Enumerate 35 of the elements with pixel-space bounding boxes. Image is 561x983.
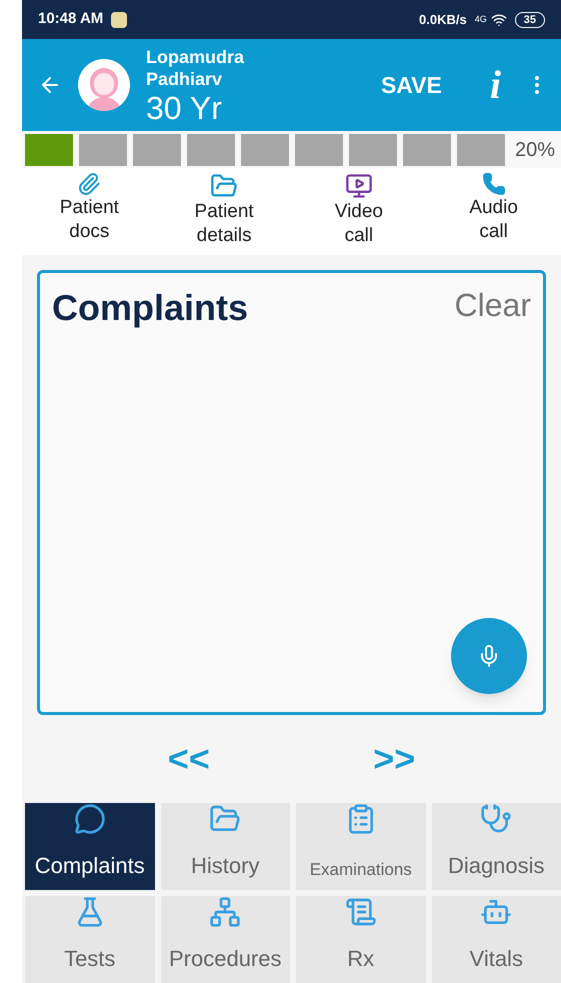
save-button[interactable]: SAVE <box>380 68 442 102</box>
flowchart-icon <box>209 896 242 928</box>
network-speed: 0.0KB/s <box>419 10 467 29</box>
progress-percent: 20% <box>515 138 556 163</box>
phone-icon <box>482 172 506 196</box>
section-tab[interactable]: History <box>160 803 290 890</box>
patient-name: Padhiarv <box>146 68 224 91</box>
previous-button[interactable]: << <box>168 732 210 786</box>
action-button[interactable]: Patient details <box>156 172 292 248</box>
clear-button[interactable]: Clear <box>454 281 531 330</box>
section-tab[interactable]: Rx <box>296 896 426 983</box>
section-tab[interactable]: Complaints <box>25 803 154 890</box>
signal-icon <box>490 12 507 28</box>
complaints-editor[interactable]: Complaints Clear <box>37 270 546 716</box>
section-tab[interactable]: Tests <box>25 896 154 983</box>
section-tab[interactable]: Procedures <box>160 896 290 983</box>
next-button[interactable]: >> <box>373 732 416 786</box>
chat-icon <box>74 803 106 836</box>
info-button[interactable]: i <box>490 55 501 116</box>
video-call-icon <box>344 172 373 200</box>
paperclip-icon <box>77 172 102 196</box>
action-button[interactable]: Audio call <box>426 172 561 244</box>
editor-title: Complaints <box>52 286 248 330</box>
stethoscope-icon <box>480 803 512 836</box>
action-button[interactable]: Video call <box>292 172 426 248</box>
document-icon <box>344 896 377 928</box>
battery-level: 35 <box>514 12 545 28</box>
patient-age: 30 Yr <box>146 90 223 125</box>
action-button[interactable]: Patient docs <box>22 172 157 244</box>
section-tab[interactable]: Examinations <box>296 803 426 890</box>
section-tab[interactable]: Vitals <box>432 896 561 983</box>
section-tab[interactable]: Diagnosis <box>432 803 561 890</box>
status-time: 10:48 AM <box>38 9 104 30</box>
patient-name: Lopamudra <box>146 46 244 68</box>
network-type: 4G <box>474 12 487 26</box>
